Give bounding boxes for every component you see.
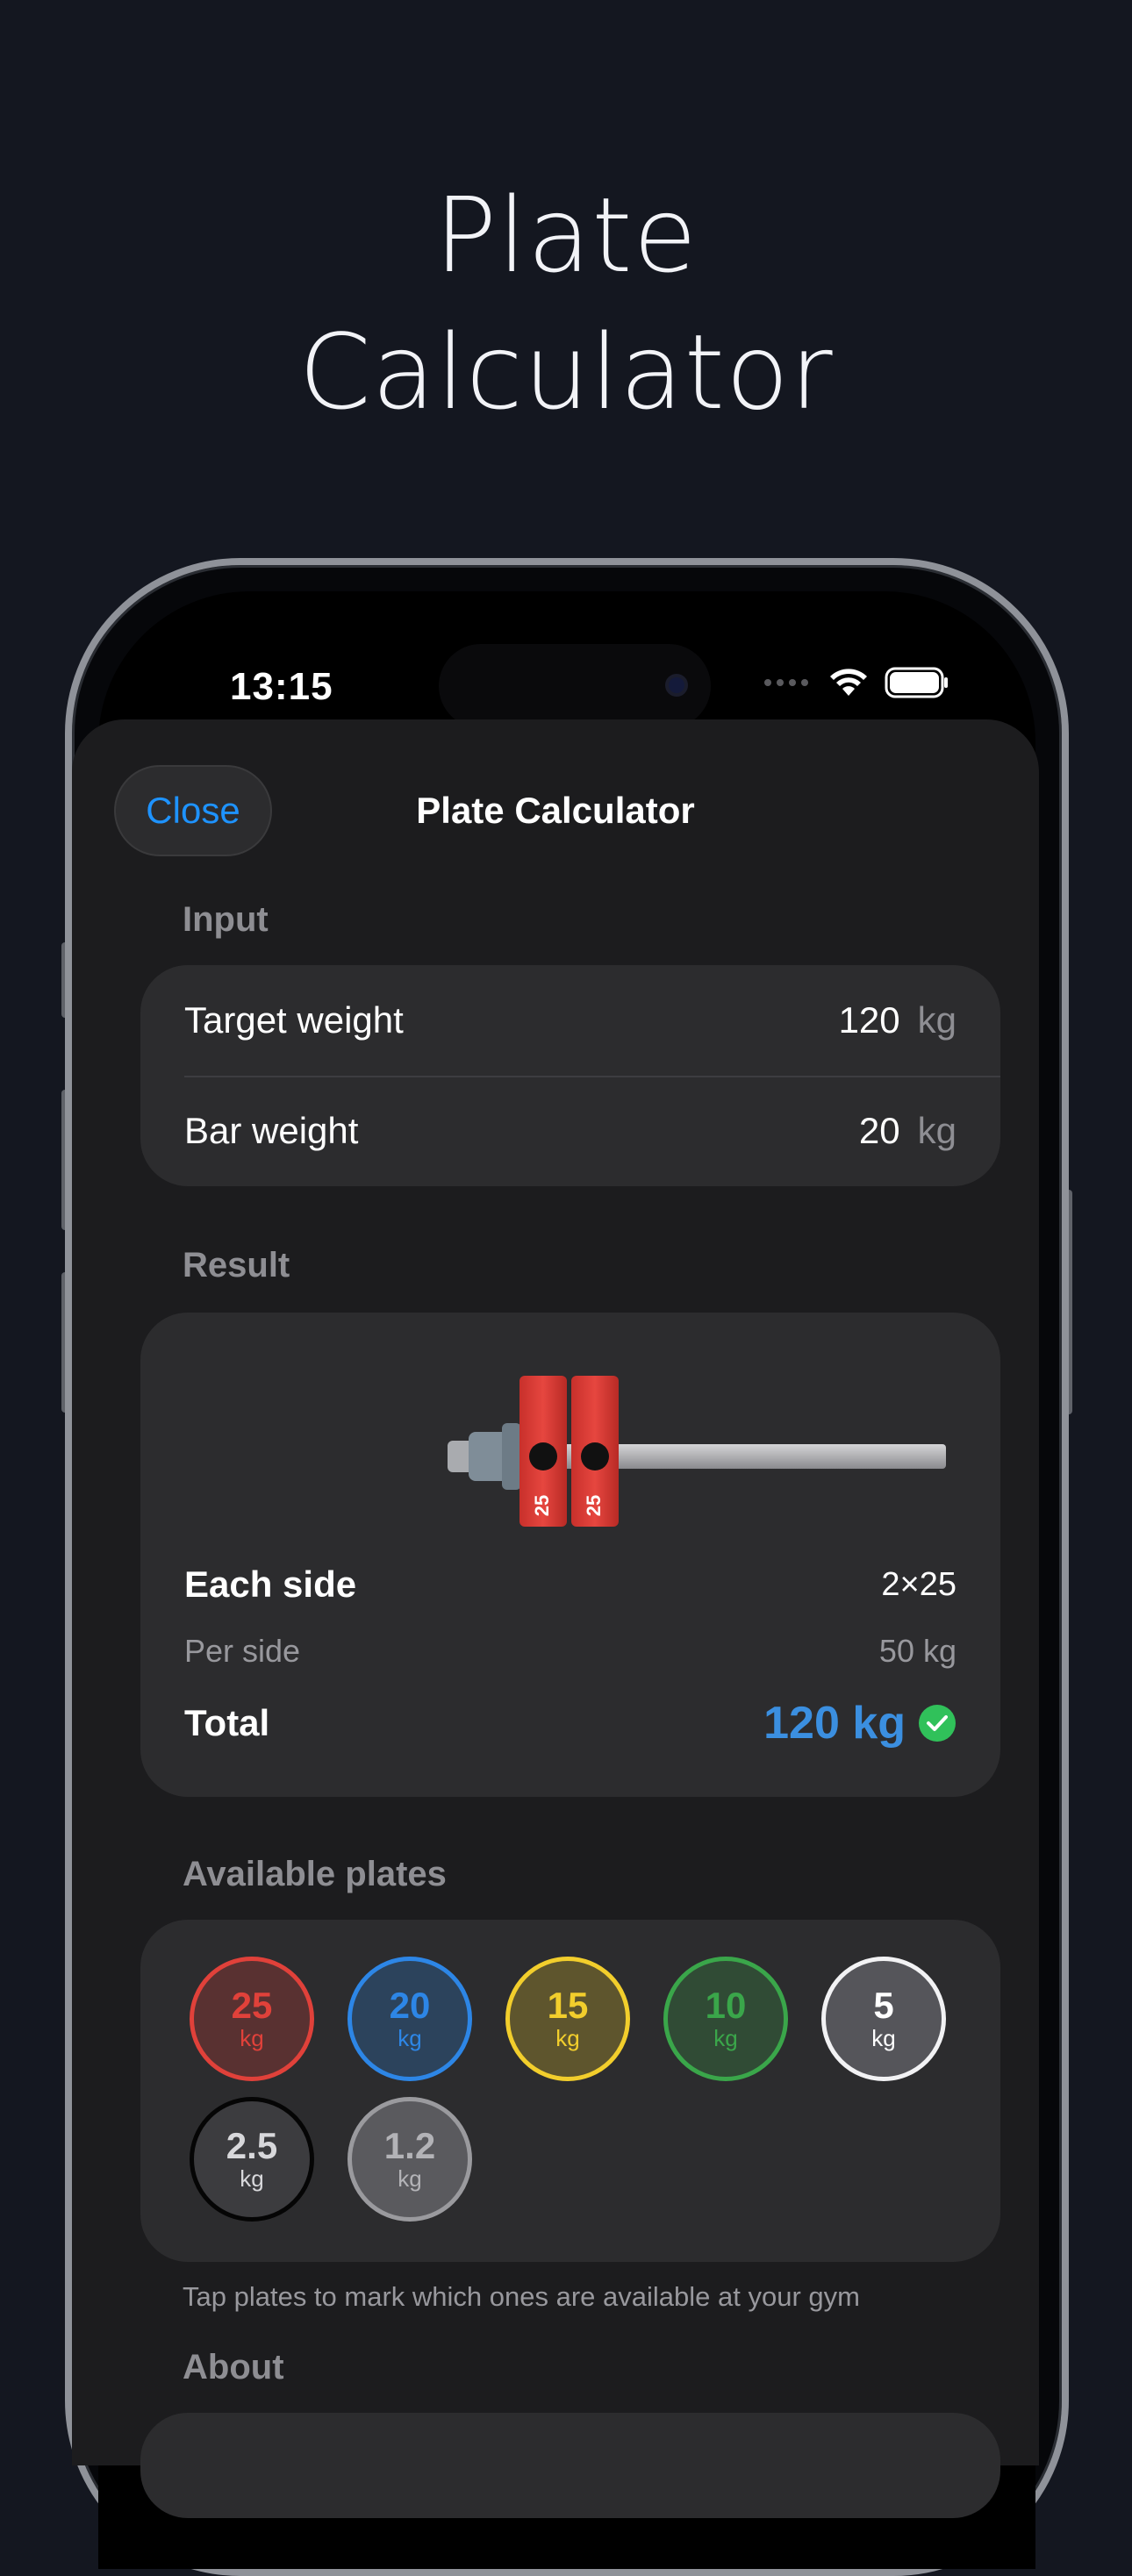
wifi-icon [830, 669, 867, 696]
plates-card: 25 kg 20 kg 15 kg 10 kg 5 kg 2.5 kg 1.2 kg [140, 1920, 1000, 2262]
each-side-row: Each side 2×25 [184, 1558, 956, 1611]
section-about-label: About [183, 2348, 284, 2386]
section-available-plates-label: Available plates [183, 1855, 447, 1893]
plate-chip[interactable]: 5 kg [821, 1957, 946, 2081]
per-side-value: 50 kg [878, 1633, 956, 1669]
bar-weight-unit: kg [917, 1110, 956, 1151]
plate-weight: 25 [231, 1985, 273, 2026]
plate-weight: 15 [547, 1985, 589, 2026]
plate-chip[interactable]: 10 kg [663, 1957, 788, 2081]
plate-weight: 1.2 [383, 2125, 436, 2166]
signal-dots-icon [764, 679, 808, 686]
bar-weight-row[interactable]: Bar weight 20 kg [184, 1076, 956, 1186]
status-icons [763, 667, 949, 698]
target-weight-value[interactable]: 120 [839, 999, 900, 1041]
bar-weight-label: Bar weight [184, 1110, 359, 1151]
dynamic-island [439, 644, 711, 728]
plate-unit: kg [555, 2025, 580, 2051]
plate-chip[interactable]: 20 kg [347, 1957, 472, 2081]
per-side-row: Per side 50 kg [184, 1625, 956, 1678]
plate-unit: kg [240, 2025, 264, 2051]
bar-plate-2: 25 [571, 1376, 619, 1527]
each-side-value: 2×25 [881, 1565, 956, 1603]
status-time: 13:15 [230, 665, 333, 708]
per-side-label: Per side [184, 1633, 301, 1669]
section-input-label: Input [183, 900, 269, 939]
hero-title-line1: Plate [433, 175, 699, 296]
about-card [140, 2413, 1000, 2518]
plate-weight: 10 [705, 1985, 747, 2026]
bar-weight-value[interactable]: 20 [859, 1110, 900, 1152]
bar-plate-1-label: 25 [531, 1495, 553, 1516]
target-weight-unit: kg [917, 999, 956, 1041]
status-bar: 13:15 [98, 591, 1035, 728]
barbell-collar-ring [502, 1423, 521, 1490]
total-label: Total [184, 1702, 270, 1743]
plate-chip[interactable]: 1.2 kg [347, 2097, 472, 2222]
section-result-label: Result [183, 1246, 290, 1284]
plate-chip[interactable]: 15 kg [505, 1957, 630, 2081]
result-card: 25 25 Each side 2×25 Per side 50 kg Tota… [140, 1313, 1000, 1797]
plate-unit: kg [398, 2025, 422, 2051]
target-weight-row[interactable]: Target weight 120 kg [184, 965, 956, 1076]
hero-title-line2: Calculator [298, 311, 834, 433]
plate-weight: 2.5 [226, 2125, 278, 2166]
plate-unit: kg [713, 2025, 738, 2051]
nav-bar: Close Plate Calculator [72, 765, 1039, 856]
plate-unit: kg [871, 2025, 896, 2051]
close-button[interactable]: Close [114, 765, 272, 856]
bar-plate-2-label: 25 [583, 1495, 605, 1516]
plate-weight: 5 [873, 1985, 894, 2026]
hero-title: Plate Calculator [0, 167, 1132, 440]
input-card: Target weight 120 kg Bar weight 20 kg [140, 965, 1000, 1186]
plate-calculator-sheet: Close Plate Calculator Input Target weig… [72, 719, 1039, 2518]
plate-weight: 20 [389, 1985, 431, 2026]
target-weight-label: Target weight [184, 999, 404, 1041]
plate-unit: kg [240, 2165, 264, 2192]
plate-unit: kg [398, 2165, 422, 2192]
check-circle-icon [919, 1705, 956, 1742]
each-side-label: Each side [184, 1563, 357, 1605]
total-row: Total 120 kg [184, 1688, 956, 1758]
battery-icon [885, 667, 948, 698]
total-value: 120 kg [763, 1698, 906, 1749]
camera-icon [665, 674, 688, 697]
plate-chip[interactable]: 25 kg [190, 1957, 314, 2081]
plate-chip[interactable]: 2.5 kg [190, 2097, 314, 2222]
barbell-illustration: 25 25 [448, 1376, 946, 1527]
bar-plate-1: 25 [519, 1376, 567, 1527]
plates-hint: Tap plates to mark which ones are availa… [183, 2281, 860, 2312]
